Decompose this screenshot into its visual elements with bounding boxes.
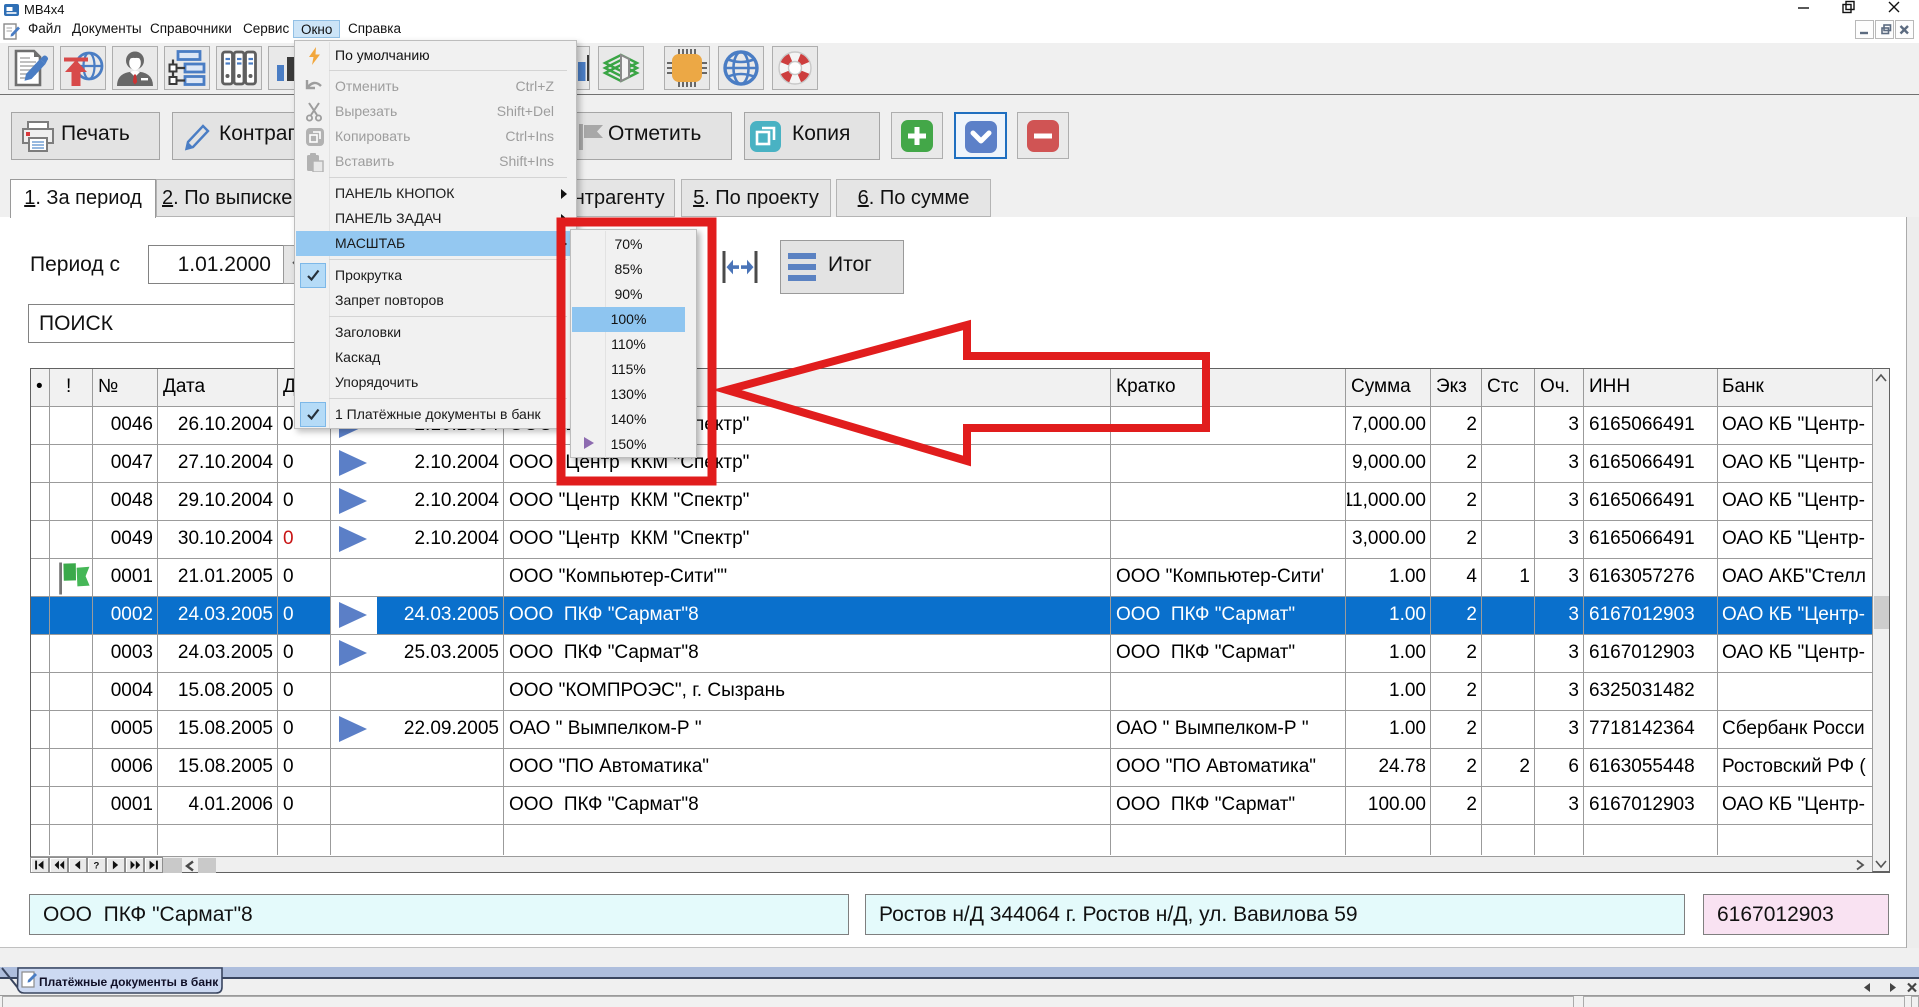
- svg-text:?: ?: [93, 861, 99, 872]
- svg-text:Платёжные документы в банк: Платёжные документы в банк: [39, 975, 219, 989]
